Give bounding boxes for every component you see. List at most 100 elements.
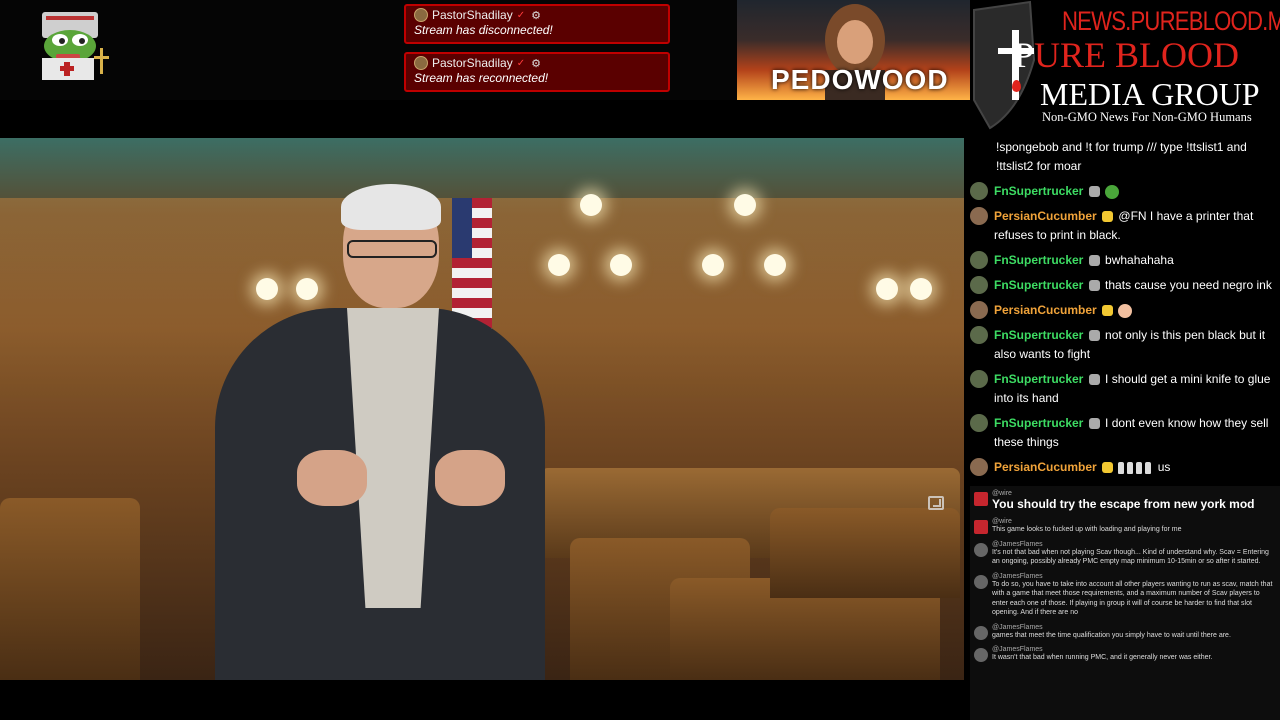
yt-username[interactable]: @wire bbox=[992, 490, 1255, 497]
chat-username[interactable]: FnSupertrucker bbox=[994, 253, 1083, 267]
gear-icon: ⚙ bbox=[531, 9, 541, 22]
caption-strip bbox=[0, 680, 964, 688]
yt-text: To do so, you have to take into account … bbox=[992, 580, 1273, 617]
stream-alert-disconnected: PastorShadilay ✓ ⚙ Stream has disconnect… bbox=[404, 4, 670, 44]
avatar bbox=[970, 301, 988, 319]
lamp bbox=[734, 194, 756, 216]
avatar bbox=[974, 648, 988, 662]
bottle-emote-icon bbox=[1136, 461, 1143, 474]
badge-icon bbox=[1102, 305, 1114, 317]
chat-message: PersianCucumber @FN I have a printer tha… bbox=[970, 207, 1272, 245]
chat-text: bwhahahaha bbox=[1105, 253, 1174, 267]
alert-username: PastorShadilay bbox=[432, 8, 513, 22]
avatar bbox=[974, 625, 988, 640]
yt-username[interactable]: @JamesFlames bbox=[992, 624, 1231, 631]
yt-username[interactable]: @JamesFlames bbox=[992, 646, 1212, 653]
avatar bbox=[974, 574, 988, 589]
yt-message: @JamesFlames It wasn't that bad when run… bbox=[974, 646, 1274, 663]
avatar bbox=[970, 414, 988, 432]
yt-username[interactable]: @wire bbox=[992, 518, 1182, 525]
avatar bbox=[414, 56, 428, 70]
badge-icon bbox=[1102, 211, 1114, 223]
alert-text: Stream has reconnected! bbox=[414, 71, 549, 85]
chat-username[interactable]: PersianCucumber bbox=[994, 303, 1097, 317]
lamp bbox=[548, 254, 570, 276]
chat-text: us bbox=[1157, 460, 1171, 474]
yt-text: It's not that bad when not playing Scav … bbox=[992, 548, 1269, 566]
bottle-emote-icon bbox=[1127, 461, 1134, 474]
brand-url: NEWS.PUREBLOOD.MEDIA bbox=[1062, 6, 1280, 36]
yt-username[interactable]: @JamesFlames bbox=[992, 573, 1274, 580]
chat-username[interactable]: FnSupertrucker bbox=[994, 416, 1083, 430]
frog-emote-icon bbox=[1105, 184, 1120, 199]
chair bbox=[0, 498, 140, 680]
lamp bbox=[910, 278, 932, 300]
top-overlay-strip: PastorShadilay ✓ ⚙ Stream has disconnect… bbox=[0, 0, 970, 100]
pureblood-media-logo: NEWS.PUREBLOOD.MEDIA PURE BLOOD MEDIA GR… bbox=[970, 0, 1280, 130]
avatar bbox=[414, 8, 428, 22]
chat-username[interactable]: FnSupertrucker bbox=[994, 372, 1083, 386]
chat-text: thats cause you need negro ink bbox=[1105, 278, 1272, 292]
avatar bbox=[970, 207, 988, 225]
yt-message: @JamesFlames To do so, you have to take … bbox=[974, 573, 1274, 618]
pepe-knight-mascot-icon bbox=[42, 12, 109, 80]
alert-text: Stream has disconnected! bbox=[414, 23, 553, 37]
avatar bbox=[970, 182, 988, 200]
yt-text: It wasn't that bad when running PMC, and… bbox=[992, 654, 1213, 661]
chat-message: FnSupertrucker not only is this pen blac… bbox=[970, 326, 1272, 364]
thumbnail-text: PEDOWOOD bbox=[771, 64, 949, 95]
chat-username[interactable]: FnSupertrucker bbox=[994, 278, 1083, 292]
left-hand bbox=[297, 450, 367, 506]
avatar bbox=[970, 251, 988, 269]
smile-emote-icon bbox=[1118, 303, 1133, 318]
yt-text: You should try the escape from new york … bbox=[992, 497, 1255, 511]
stream-alert-reconnected: PastorShadilay ✓ ⚙ Stream has reconnecte… bbox=[404, 52, 670, 92]
brand-title-line2: MEDIA GROUP bbox=[1040, 76, 1260, 112]
chat-message: !spongebob and !t for trump /// type !tt… bbox=[970, 138, 1272, 176]
bottle-emote-icon bbox=[1145, 461, 1152, 474]
hair bbox=[341, 184, 441, 230]
chat-username[interactable]: FnSupertrucker bbox=[994, 328, 1083, 342]
brand-title-p: P bbox=[1014, 35, 1035, 75]
live-chat: !spongebob and !t for trump /// type !tt… bbox=[968, 136, 1280, 486]
chat-username[interactable]: PersianCucumber bbox=[994, 460, 1097, 474]
avatar bbox=[970, 326, 988, 344]
lamp bbox=[876, 278, 898, 300]
verified-check-icon: ✓ bbox=[516, 57, 526, 69]
badge-icon bbox=[1088, 330, 1100, 342]
avatar bbox=[970, 458, 988, 476]
lamp bbox=[610, 254, 632, 276]
youtube-icon bbox=[974, 520, 988, 534]
youtube-icon bbox=[974, 492, 988, 506]
blood-drop-icon bbox=[1012, 80, 1021, 92]
yt-message: @JamesFlames games that meet the time qu… bbox=[974, 624, 1274, 641]
yt-message: @JamesFlames It's not that bad when not … bbox=[974, 541, 1274, 567]
chat-username[interactable]: PersianCucumber bbox=[994, 209, 1097, 223]
right-hand bbox=[435, 450, 505, 506]
bottle-emote-icon bbox=[1118, 461, 1125, 474]
chat-message: FnSupertrucker I should get a mini knife… bbox=[970, 370, 1272, 408]
chat-text: !spongebob and !t for trump /// type !tt… bbox=[996, 140, 1247, 173]
verified-check-icon: ✓ bbox=[516, 9, 526, 21]
yt-text: games that meet the time qualification y… bbox=[992, 631, 1231, 639]
lamp bbox=[580, 194, 602, 216]
badge-icon bbox=[1088, 418, 1100, 430]
video-player[interactable] bbox=[0, 138, 964, 680]
gear-icon: ⚙ bbox=[531, 57, 541, 70]
yt-text: This game looks to fucked up with loadin… bbox=[992, 526, 1182, 533]
expand-icon[interactable] bbox=[928, 496, 944, 510]
chat-message: FnSupertrucker I dont even know how they… bbox=[970, 414, 1272, 452]
chat-message: FnSupertrucker bbox=[970, 182, 1272, 201]
glasses bbox=[347, 240, 437, 258]
chat-username[interactable]: FnSupertrucker bbox=[994, 184, 1083, 198]
badge-icon bbox=[1088, 255, 1100, 267]
youtube-chat: @wire You should try the escape from new… bbox=[970, 486, 1280, 720]
badge-icon bbox=[1088, 280, 1100, 292]
brand-title-line1: PURE BLOOD bbox=[1014, 34, 1239, 76]
chat-message: PersianCucumber bbox=[970, 301, 1272, 320]
yt-message: @wire You should try the escape from new… bbox=[974, 490, 1274, 512]
yt-username[interactable]: @JamesFlames bbox=[992, 541, 1274, 548]
chat-message: PersianCucumber us bbox=[970, 458, 1272, 477]
chat-message: FnSupertrucker thats cause you need negr… bbox=[970, 276, 1272, 295]
chair bbox=[770, 508, 960, 598]
